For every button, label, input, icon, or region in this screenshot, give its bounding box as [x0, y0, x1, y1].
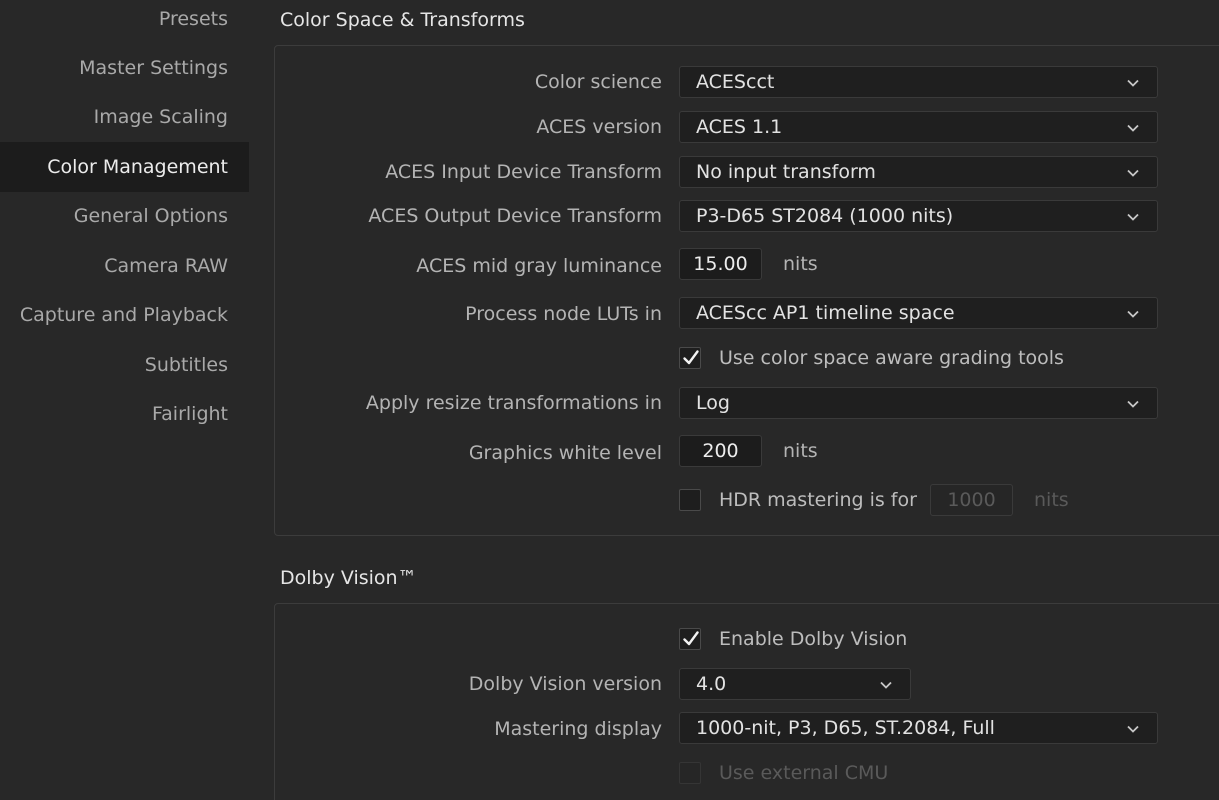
output-transform-value: P3-D65 ST2084 (1000 nits)	[696, 205, 954, 227]
sidebar-item-presets[interactable]: Presets	[0, 0, 249, 44]
sidebar-item-label: Image Scaling	[93, 106, 228, 128]
sidebar-item-fairlight[interactable]: Fairlight	[0, 389, 249, 439]
sidebar-item-image-scaling[interactable]: Image Scaling	[0, 92, 249, 142]
input-transform-label: ACES Input Device Transform	[385, 161, 662, 183]
enable-dolby-checkbox[interactable]	[679, 628, 701, 650]
sidebar-item-label: Presets	[158, 8, 228, 30]
output-transform-dropdown[interactable]: P3-D65 ST2084 (1000 nits)	[679, 200, 1158, 232]
sidebar-item-master-settings[interactable]: Master Settings	[0, 43, 249, 93]
aces-version-dropdown[interactable]: ACES 1.1	[679, 111, 1158, 143]
hdr-mastering-label: HDR mastering is for	[719, 489, 917, 511]
sidebar-item-capture-and-playback[interactable]: Capture and Playback	[0, 290, 249, 340]
hdr-mastering-unit: nits	[1034, 489, 1069, 511]
resize-label: Apply resize transformations in	[365, 392, 662, 414]
dolby-version-dropdown[interactable]: 4.0	[679, 668, 911, 700]
graphics-white-input[interactable]: 200	[679, 435, 762, 467]
aces-version-label: ACES version	[536, 116, 662, 138]
dolby-version-value: 4.0	[696, 673, 727, 695]
external-cmu-checkbox[interactable]	[679, 762, 701, 784]
mastering-display-value: 1000-nit, P3, D65, ST.2084, Full	[696, 717, 995, 739]
mastering-display-dropdown[interactable]: 1000-nit, P3, D65, ST.2084, Full	[679, 712, 1158, 744]
dolby-vision-section-title: Dolby Vision™	[280, 567, 417, 589]
input-transform-value: No input transform	[696, 161, 876, 183]
sidebar-item-general-options[interactable]: General Options	[0, 191, 249, 241]
input-transform-dropdown[interactable]: No input transform	[679, 156, 1158, 188]
chevron-down-icon	[1127, 124, 1139, 132]
checkmark-icon	[683, 631, 699, 646]
mastering-display-label: Mastering display	[494, 718, 662, 740]
mid-gray-input[interactable]: 15.00	[679, 248, 762, 280]
chevron-down-icon	[880, 681, 892, 689]
aware-tools-checkbox[interactable]	[679, 347, 701, 369]
process-luts-label: Process node LUTs in	[465, 303, 662, 325]
graphics-white-unit: nits	[783, 440, 818, 462]
chevron-down-icon	[1127, 725, 1139, 733]
resize-dropdown[interactable]: Log	[679, 387, 1158, 419]
chevron-down-icon	[1127, 400, 1139, 408]
graphics-white-label: Graphics white level	[468, 442, 662, 464]
sidebar-item-subtitles[interactable]: Subtitles	[0, 340, 249, 390]
settings-sidebar: Presets Master Settings Image Scaling Co…	[0, 0, 249, 800]
color-space-section-title: Color Space & Transforms	[280, 9, 525, 31]
mid-gray-label: ACES mid gray luminance	[416, 255, 662, 277]
process-luts-dropdown[interactable]: ACEScc AP1 timeline space	[679, 297, 1158, 329]
aware-tools-label: Use color space aware grading tools	[719, 347, 1064, 369]
dolby-version-label: Dolby Vision version	[468, 673, 662, 695]
project-settings-window: Presets Master Settings Image Scaling Co…	[0, 0, 1219, 800]
resize-value: Log	[696, 392, 730, 414]
hdr-mastering-input[interactable]: 1000	[930, 484, 1013, 516]
sidebar-item-label: Camera RAW	[104, 255, 228, 277]
sidebar-item-color-management[interactable]: Color Management	[0, 142, 249, 192]
checkmark-icon	[683, 350, 699, 365]
color-science-dropdown[interactable]: ACEScct	[679, 66, 1158, 98]
sidebar-item-camera-raw[interactable]: Camera RAW	[0, 241, 249, 291]
process-luts-value: ACEScc AP1 timeline space	[696, 302, 955, 324]
sidebar-item-label: General Options	[73, 205, 228, 227]
external-cmu-label: Use external CMU	[719, 762, 889, 784]
color-science-value: ACEScct	[696, 71, 775, 93]
sidebar-item-label: Capture and Playback	[19, 304, 228, 326]
chevron-down-icon	[1127, 79, 1139, 87]
sidebar-item-label: Color Management	[47, 156, 228, 178]
chevron-down-icon	[1127, 169, 1139, 177]
enable-dolby-label: Enable Dolby Vision	[719, 628, 908, 650]
hdr-mastering-checkbox[interactable]	[679, 489, 701, 511]
mid-gray-unit: nits	[783, 253, 818, 275]
chevron-down-icon	[1127, 213, 1139, 221]
sidebar-item-label: Subtitles	[144, 354, 228, 376]
sidebar-item-label: Master Settings	[79, 57, 228, 79]
color-science-label: Color science	[534, 71, 662, 93]
aces-version-value: ACES 1.1	[696, 116, 783, 138]
output-transform-label: ACES Output Device Transform	[368, 205, 662, 227]
chevron-down-icon	[1127, 310, 1139, 318]
sidebar-item-label: Fairlight	[151, 403, 228, 425]
